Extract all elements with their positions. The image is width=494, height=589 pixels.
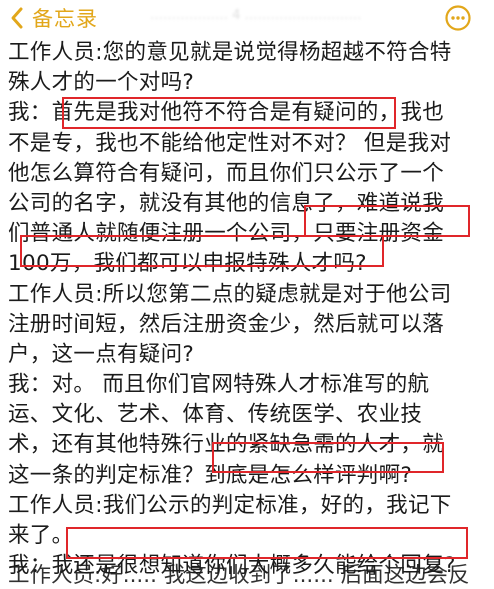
note-line: 工作人员:我们公示的判定标准，好的，我记下 (8, 492, 452, 518)
more-circle-icon (445, 5, 471, 31)
note-line: 我：对。 而且你们官网特殊人才标准写的航 (8, 372, 430, 398)
note-line: 不是专，我也不能给他定性对不对？ 但是我对 (8, 130, 452, 156)
note-line: 户，这一点有疑问? (8, 341, 195, 367)
note-line: 100万，我们都可以申报特殊人才吗? (8, 251, 367, 277)
chevron-left-icon (11, 7, 23, 29)
note-line: 术，还有其他特殊行业的紧缺急需的人才，就 (8, 432, 445, 458)
more-button[interactable] (444, 4, 472, 32)
note-line: 工作人员:您的意见就是说觉得杨超越不符合特 (8, 40, 452, 65)
note-line: 运、文化、艺术、体育、传统医学、农业技 (8, 402, 423, 428)
note-line: 殊人才的一个对吗? (8, 70, 195, 96)
note-body[interactable]: 工作人员:您的意见就是说觉得杨超越不符合特 殊人才的一个对吗? 我：首先是我对他… (8, 38, 488, 581)
ghost-title-text: ……………… 4 ……………………… (150, 8, 362, 23)
note-line: 他怎么算符合有疑问，而且你们只公示了一个 (8, 160, 445, 186)
note-line: 公司的名字，就没有其他的信息了，难道说我 (8, 190, 445, 216)
nav-bar: 备忘录 ……………… 4 ……………………… (0, 0, 494, 40)
note-line: 来了。 (8, 523, 74, 548)
note-line: 这一条的判定标准？到底是怎么样评判啊? (8, 462, 413, 488)
note-line: 我：首先是我对他符不符合是有疑问的，我也 (8, 100, 445, 126)
back-label: 备忘录 (32, 7, 98, 31)
back-button[interactable]: 备忘录 (6, 3, 98, 33)
note-line: 工作人员:所以您第二点的疑虑就是对于他公司 (8, 281, 452, 307)
note-line: 们普通人就随便注册一个公司，只要注册资金 (8, 221, 445, 247)
note-line: 注册时间短，然后注册资金少，然后就可以落 (8, 311, 445, 337)
cutoff-line: 工作人员:好..... 我这边收到了...... 后面这边会反 (8, 563, 470, 588)
